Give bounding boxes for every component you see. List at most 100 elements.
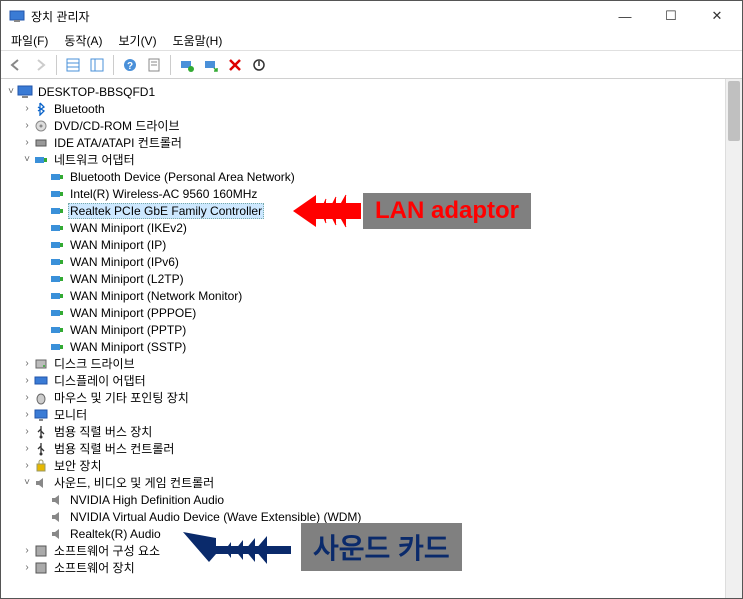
tree-item-label: 네트워크 어댑터: [52, 151, 137, 168]
tree-item-sw-devices[interactable]: › 소프트웨어 장치: [1, 559, 742, 576]
tree-leaf-sound[interactable]: NVIDIA High Definition Audio: [1, 491, 742, 508]
expand-icon[interactable]: ›: [21, 103, 33, 114]
expand-icon[interactable]: ›: [21, 358, 33, 369]
security-device-icon: [33, 458, 49, 474]
expand-icon[interactable]: ›: [21, 443, 33, 454]
expand-icon[interactable]: ›: [21, 409, 33, 420]
disk-drive-icon: [33, 356, 49, 372]
expand-icon[interactable]: ›: [21, 545, 33, 556]
maximize-button[interactable]: ☐: [648, 1, 694, 31]
speaker-icon: [49, 492, 65, 508]
tree-item-label: IDE ATA/ATAPI 컨트롤러: [52, 134, 184, 151]
view-details-icon[interactable]: [86, 54, 108, 76]
speaker-icon: [33, 475, 49, 491]
scrollbar-thumb[interactable]: [728, 81, 740, 141]
tree-leaf-sound[interactable]: Realtek(R) Audio: [1, 525, 742, 542]
tree-item-usb-devices[interactable]: › 범용 직렬 버스 장치: [1, 423, 742, 440]
tree-item-label: WAN Miniport (PPTP): [68, 323, 188, 337]
tree-item-ide[interactable]: › IDE ATA/ATAPI 컨트롤러: [1, 134, 742, 151]
tree-item-label: DVD/CD-ROM 드라이브: [52, 117, 182, 134]
tree-root[interactable]: ˅ DESKTOP-BBSQFD1: [1, 83, 742, 100]
tree-leaf-network[interactable]: Bluetooth Device (Personal Area Network): [1, 168, 742, 185]
tree-item-display[interactable]: › 디스플레이 어댑터: [1, 372, 742, 389]
tree-item-usb-controllers[interactable]: › 범용 직렬 버스 컨트롤러: [1, 440, 742, 457]
tree-item-disk[interactable]: › 디스크 드라이브: [1, 355, 742, 372]
tree-item-sw-components[interactable]: › 소프트웨어 구성 요소: [1, 542, 742, 559]
network-adapter-icon: [49, 237, 65, 253]
tree-item-label: 마우스 및 기타 포인팅 장치: [52, 389, 191, 406]
ide-controller-icon: [33, 135, 49, 151]
tree-item-label: 보안 장치: [52, 457, 104, 474]
tree-item-security[interactable]: › 보안 장치: [1, 457, 742, 474]
tree-item-label: 디스크 드라이브: [52, 355, 137, 372]
menu-view[interactable]: 보기(V): [114, 31, 160, 50]
tree-root-label: DESKTOP-BBSQFD1: [36, 85, 157, 99]
uninstall-icon[interactable]: [224, 54, 246, 76]
network-adapter-icon: [49, 305, 65, 321]
collapse-icon[interactable]: ˅: [21, 477, 33, 488]
properties-icon[interactable]: [143, 54, 165, 76]
disable-icon[interactable]: [248, 54, 270, 76]
tree-item-mouse[interactable]: › 마우스 및 기타 포인팅 장치: [1, 389, 742, 406]
speaker-icon: [49, 509, 65, 525]
svg-text:?: ?: [127, 61, 133, 72]
network-adapter-icon: [49, 339, 65, 355]
tree-item-label: Bluetooth Device (Personal Area Network): [68, 170, 297, 184]
tree-item-label: NVIDIA High Definition Audio: [68, 493, 226, 507]
tree-item-label: 소프트웨어 구성 요소: [52, 542, 162, 559]
tree-leaf-network[interactable]: WAN Miniport (PPTP): [1, 321, 742, 338]
tree-item-monitor[interactable]: › 모니터: [1, 406, 742, 423]
speaker-icon: [49, 526, 65, 542]
tree-leaf-network-selected[interactable]: Realtek PCIe GbE Family Controller: [1, 202, 742, 219]
menu-file[interactable]: 파일(F): [7, 31, 52, 50]
scan-hardware-icon[interactable]: [176, 54, 198, 76]
expand-icon[interactable]: ›: [21, 137, 33, 148]
tree-leaf-network[interactable]: Intel(R) Wireless-AC 9560 160MHz: [1, 185, 742, 202]
tree-leaf-network[interactable]: WAN Miniport (L2TP): [1, 270, 742, 287]
menu-help[interactable]: 도움말(H): [169, 31, 227, 50]
back-button[interactable]: [5, 54, 27, 76]
disc-drive-icon: [33, 118, 49, 134]
expand-icon[interactable]: ›: [21, 120, 33, 131]
tree-item-label: 모니터: [52, 406, 89, 423]
view-list-icon[interactable]: [62, 54, 84, 76]
tree-leaf-network[interactable]: WAN Miniport (PPPOE): [1, 304, 742, 321]
tree-leaf-sound[interactable]: NVIDIA Virtual Audio Device (Wave Extens…: [1, 508, 742, 525]
tree-item-dvd[interactable]: › DVD/CD-ROM 드라이브: [1, 117, 742, 134]
vertical-scrollbar[interactable]: [725, 79, 742, 598]
tree-item-label: Realtek(R) Audio: [68, 527, 163, 541]
tree-item-label: WAN Miniport (PPPOE): [68, 306, 198, 320]
tree-leaf-network[interactable]: WAN Miniport (IKEv2): [1, 219, 742, 236]
tree-item-network-adapters[interactable]: ˅ 네트워크 어댑터: [1, 151, 742, 168]
tree-leaf-network[interactable]: WAN Miniport (IP): [1, 236, 742, 253]
tree-item-label: Bluetooth: [52, 102, 107, 116]
tree-item-label: 사운드, 비디오 및 게임 컨트롤러: [52, 474, 216, 491]
tree-leaf-network[interactable]: WAN Miniport (IPv6): [1, 253, 742, 270]
titlebar: 장치 관리자 — ☐ ✕: [1, 1, 742, 31]
network-adapter-icon: [49, 271, 65, 287]
tree-leaf-network[interactable]: WAN Miniport (SSTP): [1, 338, 742, 355]
help-icon[interactable]: ?: [119, 54, 141, 76]
tree-leaf-network[interactable]: WAN Miniport (Network Monitor): [1, 287, 742, 304]
tree-item-label: WAN Miniport (IP): [68, 238, 168, 252]
tree-item-sound[interactable]: ˅ 사운드, 비디오 및 게임 컨트롤러: [1, 474, 742, 491]
forward-button[interactable]: [29, 54, 51, 76]
tree-item-label: WAN Miniport (IPv6): [68, 255, 181, 269]
tree-item-bluetooth[interactable]: › Bluetooth: [1, 100, 742, 117]
menu-action[interactable]: 동작(A): [60, 31, 106, 50]
expand-icon[interactable]: ˅: [5, 86, 17, 97]
collapse-icon[interactable]: ˅: [21, 154, 33, 165]
expand-icon[interactable]: ›: [21, 460, 33, 471]
expand-icon[interactable]: ›: [21, 392, 33, 403]
expand-icon[interactable]: ›: [21, 562, 33, 573]
minimize-button[interactable]: —: [602, 1, 648, 31]
expand-icon[interactable]: ›: [21, 426, 33, 437]
software-component-icon: [33, 543, 49, 559]
tree-item-label: 디스플레이 어댑터: [52, 372, 148, 389]
update-driver-icon[interactable]: [200, 54, 222, 76]
close-button[interactable]: ✕: [694, 1, 740, 31]
network-adapter-icon: [49, 288, 65, 304]
expand-icon[interactable]: ›: [21, 375, 33, 386]
menubar: 파일(F) 동작(A) 보기(V) 도움말(H): [1, 31, 742, 51]
device-manager-icon: [9, 8, 25, 24]
